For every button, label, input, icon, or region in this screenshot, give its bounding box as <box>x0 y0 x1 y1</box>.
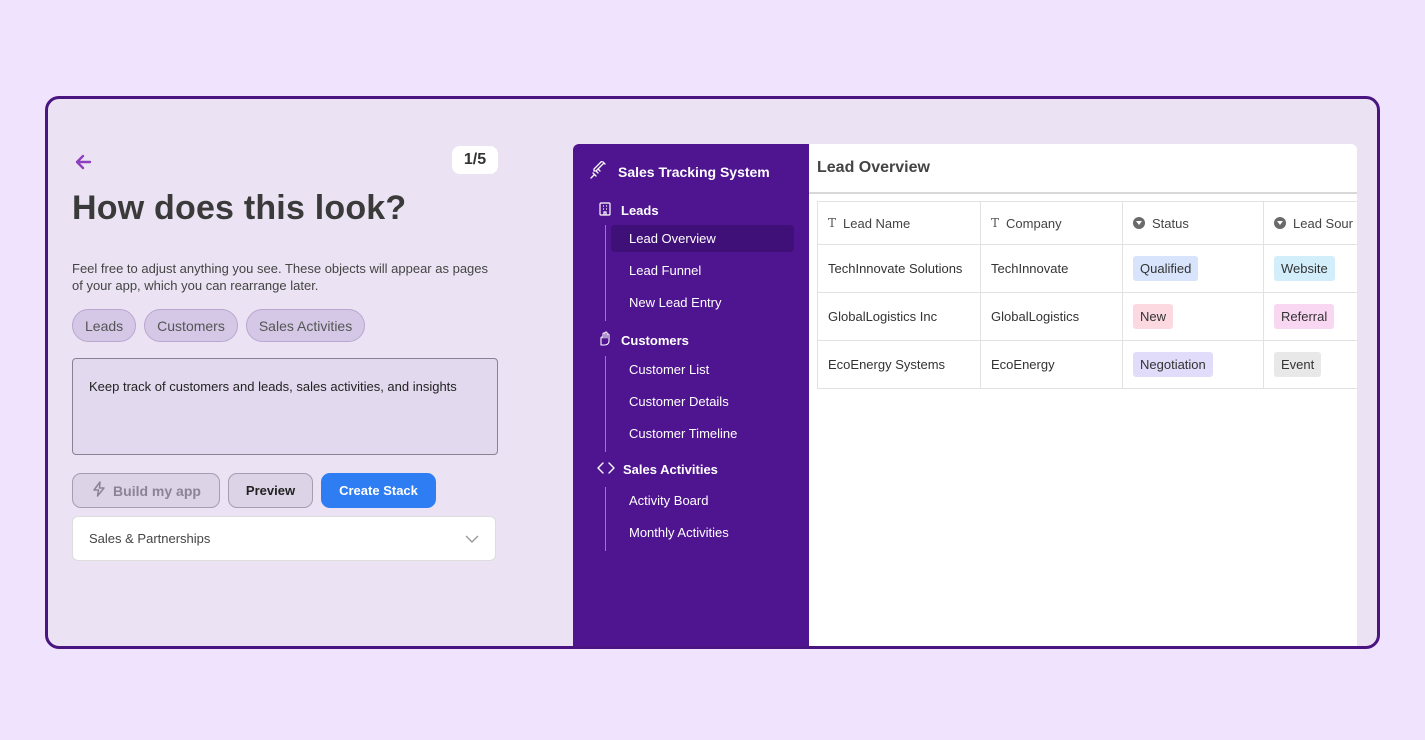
select-type-icon <box>1274 217 1286 229</box>
chip-leads[interactable]: Leads <box>72 309 137 342</box>
source-badge: Website <box>1274 256 1335 281</box>
code-icon <box>597 461 615 478</box>
hand-icon <box>597 331 613 350</box>
nav-customer-details[interactable]: Customer Details <box>606 388 794 415</box>
cell-lead-name: EcoEnergy Systems <box>817 340 981 389</box>
table-row[interactable]: EcoEnergy Systems EcoEnergy Negotiation … <box>817 340 1357 389</box>
cell-lead-source: Event <box>1263 340 1357 389</box>
nav-lead-funnel[interactable]: Lead Funnel <box>606 257 794 284</box>
cell-lead-source: Website <box>1263 244 1357 293</box>
cell-status: Qualified <box>1122 244 1264 293</box>
cell-company: TechInnovate <box>980 244 1123 293</box>
column-header-lead-name[interactable]: T Lead Name <box>817 201 981 245</box>
column-header-label: Lead Name <box>843 215 911 231</box>
nav-monthly-activities[interactable]: Monthly Activities <box>606 519 794 546</box>
status-badge: Qualified <box>1133 256 1199 281</box>
column-header-lead-source[interactable]: Lead Sour <box>1263 201 1357 245</box>
cell-lead-name: TechInnovate Solutions <box>817 244 981 293</box>
source-badge: Referral <box>1274 304 1335 329</box>
column-header-company[interactable]: T Company <box>980 201 1123 245</box>
table-header-row: T Lead Name T Company Status Lead Sour <box>817 201 1357 245</box>
sidebar-section-label: Leads <box>621 203 659 218</box>
column-header-label: Lead Sour <box>1293 215 1353 231</box>
sidebar-section-label: Customers <box>621 333 689 348</box>
nav-lead-overview[interactable]: Lead Overview <box>611 225 794 252</box>
cell-lead-name: GlobalLogistics Inc <box>817 292 981 341</box>
chevron-down-icon <box>465 531 479 546</box>
app-description-input[interactable]: Keep track of customers and leads, sales… <box>72 358 498 455</box>
page-description: Feel free to adjust anything you see. Th… <box>72 261 489 293</box>
nav-new-lead-entry[interactable]: New Lead Entry <box>606 289 794 316</box>
cell-lead-source: Referral <box>1263 292 1357 341</box>
action-buttons: Build my app Preview Create Stack <box>72 473 436 508</box>
build-my-app-button[interactable]: Build my app <box>72 473 220 508</box>
chip-sales-activities[interactable]: Sales Activities <box>245 309 366 342</box>
app-sidebar: Sales Tracking System Leads Lead Overvie… <box>573 144 809 646</box>
onboarding-card: 1/5 How does this look? Feel free to adj… <box>45 96 1380 649</box>
text-type-icon: T <box>828 216 837 230</box>
app-header: Sales Tracking System <box>590 160 770 182</box>
category-select-value: Sales & Partnerships <box>89 531 211 546</box>
sidebar-section-leads[interactable]: Leads <box>597 201 659 220</box>
app-title: Sales Tracking System <box>618 163 770 180</box>
cell-company: GlobalLogistics <box>980 292 1123 341</box>
step-counter: 1/5 <box>452 146 498 174</box>
cell-status: New <box>1122 292 1264 341</box>
syringe-icon <box>590 160 608 182</box>
table-row[interactable]: GlobalLogistics Inc GlobalLogistics New … <box>817 292 1357 341</box>
app-preview: Sales Tracking System Leads Lead Overvie… <box>573 144 1357 646</box>
lightning-icon <box>91 481 107 500</box>
preview-button[interactable]: Preview <box>228 473 313 508</box>
text-type-icon: T <box>991 216 1000 230</box>
leads-nav-group: Lead Overview Lead Funnel New Lead Entry <box>605 225 794 321</box>
sidebar-section-label: Sales Activities <box>623 462 718 477</box>
status-badge: Negotiation <box>1133 352 1213 377</box>
building-icon <box>597 201 613 220</box>
nav-customer-timeline[interactable]: Customer Timeline <box>606 420 794 447</box>
chip-customers[interactable]: Customers <box>144 309 238 342</box>
cell-status: Negotiation <box>1122 340 1264 389</box>
page-title: How does this look? <box>72 189 407 227</box>
object-chips: Leads Customers Sales Activities <box>72 309 366 342</box>
source-badge: Event <box>1274 352 1322 377</box>
select-type-icon <box>1133 217 1145 229</box>
back-arrow-icon[interactable] <box>72 151 94 173</box>
column-header-label: Status <box>1152 215 1189 231</box>
app-main-content: Lead Overview T Lead Name T Company Status… <box>809 144 1357 646</box>
sidebar-section-customers[interactable]: Customers <box>597 331 689 350</box>
column-header-status[interactable]: Status <box>1122 201 1264 245</box>
cell-company: EcoEnergy <box>980 340 1123 389</box>
leads-table: T Lead Name T Company Status Lead Sour Tec… <box>817 201 1357 389</box>
table-row[interactable]: TechInnovate Solutions TechInnovate Qual… <box>817 244 1357 293</box>
content-title: Lead Overview <box>809 144 1357 194</box>
status-badge: New <box>1133 304 1174 329</box>
create-stack-button[interactable]: Create Stack <box>321 473 436 508</box>
customers-nav-group: Customer List Customer Details Customer … <box>605 356 794 452</box>
sales-activities-nav-group: Activity Board Monthly Activities <box>605 487 794 551</box>
column-header-label: Company <box>1006 215 1062 231</box>
nav-customer-list[interactable]: Customer List <box>606 356 794 383</box>
nav-activity-board[interactable]: Activity Board <box>606 487 794 514</box>
sidebar-section-sales-activities[interactable]: Sales Activities <box>597 461 718 478</box>
build-button-label: Build my app <box>113 482 201 499</box>
category-select[interactable]: Sales & Partnerships <box>72 516 496 561</box>
